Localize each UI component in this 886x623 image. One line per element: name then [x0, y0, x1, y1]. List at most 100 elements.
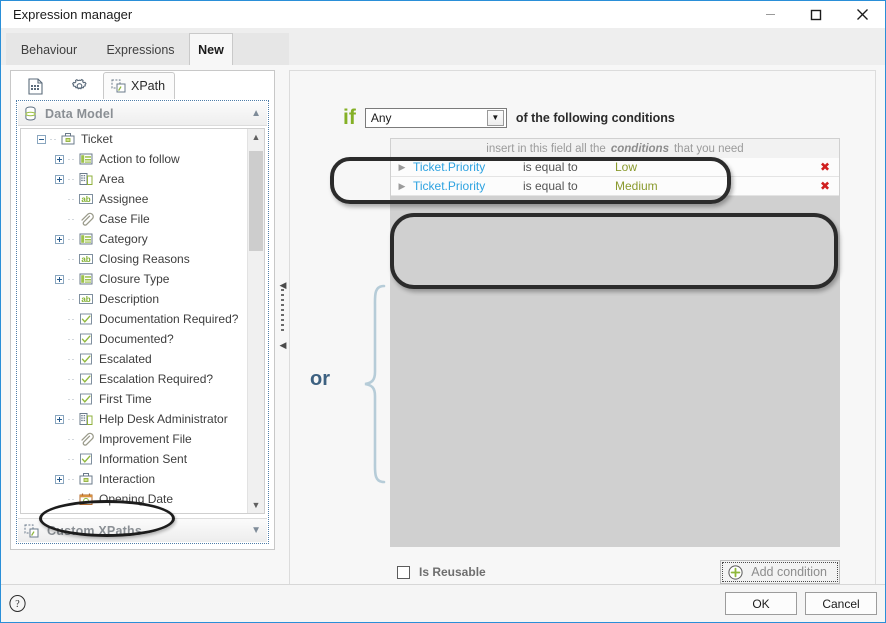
tree-item-area[interactable]: ·· Area: [21, 169, 247, 189]
expand-triangle-icon[interactable]: ▶: [391, 162, 413, 173]
tree-connector: ··: [67, 474, 76, 484]
tree-connector: ··: [66, 509, 77, 513]
tree-item-escalated[interactable]: ·· Escalated: [21, 349, 247, 369]
custom-xpaths-header[interactable]: Custom XPaths ▼: [18, 518, 267, 542]
boolean-check-icon: [79, 373, 92, 385]
condition-operator[interactable]: is equal to: [523, 160, 615, 174]
tree-item-case-file[interactable]: ·· Case File: [21, 209, 247, 229]
help-question-icon[interactable]: ?: [9, 595, 26, 612]
tree-item-opening-date[interactable]: ·· Opening Date: [21, 489, 247, 509]
tree-item-help-desk-administrator[interactable]: ·· Help Desk Administrator: [21, 409, 247, 429]
close-button[interactable]: [839, 1, 885, 28]
maximize-button[interactable]: [793, 1, 839, 28]
tree-item-icon: ab: [77, 252, 94, 267]
tree-item-closure-type[interactable]: ·· Closure Type: [21, 269, 247, 289]
tree-item-icon: ab: [77, 192, 94, 207]
scroll-up-icon[interactable]: ▲: [248, 129, 264, 145]
tree-item-closing-reasons[interactable]: ·· ab Closing Reasons: [21, 249, 247, 269]
tree-item-label: Description: [99, 292, 160, 306]
expand-plus-icon[interactable]: [55, 234, 64, 244]
tree-scrollbar[interactable]: ▲ ▼: [247, 129, 264, 513]
close-icon: [856, 9, 868, 20]
cancel-button[interactable]: Cancel: [805, 592, 877, 615]
hint-part1: insert in this field all the: [486, 142, 606, 155]
expand-plus-icon[interactable]: [55, 414, 64, 424]
minimize-button[interactable]: [747, 1, 793, 28]
is-reusable-row[interactable]: Is Reusable: [397, 565, 486, 579]
tree-item-description[interactable]: ·· ab Description: [21, 289, 247, 309]
tree-connector: ··: [67, 174, 76, 184]
tree-rows: ·· Ticket ·· Action to follow ·· Area ·· ab Assi…: [21, 129, 247, 513]
boolean-check-icon: [79, 453, 92, 465]
delete-x-icon[interactable]: ✖: [811, 160, 839, 174]
condition-operator[interactable]: is equal to: [523, 179, 615, 193]
condition-value[interactable]: Low: [615, 160, 811, 174]
scroll-down-icon[interactable]: ▼: [248, 497, 264, 513]
plus-circle-icon: [728, 564, 743, 580]
expand-plus-icon[interactable]: [55, 174, 64, 184]
tree-item-escalation-required[interactable]: ·· Escalation Required?: [21, 369, 247, 389]
tree-item-improvement-file[interactable]: ·· Improvement File: [21, 429, 247, 449]
tab-expressions[interactable]: Expressions: [92, 33, 189, 65]
tree-item-ticket[interactable]: ·· Ticket: [21, 129, 247, 149]
tree-item-first-time[interactable]: ·· First Time: [21, 389, 247, 409]
tree-item-documented[interactable]: ·· Documented?: [21, 329, 247, 349]
xpath-label: XPath: [131, 79, 166, 93]
chevron-down-icon[interactable]: ▼: [486, 109, 504, 126]
tree-item-action-to-follow[interactable]: ·· Action to follow: [21, 149, 247, 169]
tree-item-label: Escalation Required?: [99, 372, 214, 386]
tree-item-information-sent[interactable]: ·· Information Sent: [21, 449, 247, 469]
tab-xpath[interactable]: XPath: [103, 72, 176, 99]
condition-field[interactable]: Ticket.Priority: [413, 160, 523, 174]
tree-item-label: Improvement File: [99, 432, 192, 446]
quantifier-select[interactable]: Any ▼: [364, 107, 507, 128]
tree-item-interaction[interactable]: ·· Interaction: [21, 469, 247, 489]
splitter-grip[interactable]: [281, 289, 284, 331]
document-grid-icon[interactable]: [19, 74, 51, 98]
gear-icon[interactable]: [63, 74, 95, 98]
tree-item-label: Interaction: [99, 472, 156, 486]
conditions-list[interactable]: insert in this field all the conditions …: [390, 138, 840, 547]
tree-item-icon: [77, 352, 94, 367]
data-model-header[interactable]: Data Model ▲: [18, 102, 267, 126]
text-ab-icon: ab: [78, 254, 93, 264]
pane-splitter[interactable]: ◀ ◀: [276, 70, 290, 550]
date-icon: [79, 493, 92, 505]
condition-row[interactable]: ▶ Ticket.Priority is equal to Medium ✖: [391, 177, 839, 196]
tree-item-category[interactable]: ·· Category: [21, 229, 247, 249]
scrollbar-thumb[interactable]: [249, 151, 263, 251]
is-reusable-checkbox[interactable]: [397, 565, 410, 579]
tree-item-assignee[interactable]: ·· ab Assignee: [21, 189, 247, 209]
condition-value[interactable]: Medium: [615, 179, 811, 193]
data-model-tree[interactable]: ·· Ticket ·· Action to follow ·· Area ·· ab Assi…: [20, 128, 265, 514]
enum-icon: [79, 233, 92, 245]
collapse-minus-icon[interactable]: [37, 134, 46, 144]
tree-connector: ··: [67, 334, 76, 344]
chevron-down-icon[interactable]: ▼: [251, 525, 261, 536]
chevron-up-icon[interactable]: ▲: [251, 108, 261, 119]
tree-item-icon: [59, 132, 76, 147]
boolean-check-icon: [79, 393, 92, 405]
expand-plus-icon[interactable]: [55, 154, 64, 164]
add-condition-button[interactable]: Add condition: [720, 560, 840, 584]
expression-editor-pane: if Any ▼ of the following conditions or …: [289, 70, 876, 603]
condition-row[interactable]: ▶ Ticket.Priority is equal to Low ✖: [391, 158, 839, 177]
tab-new[interactable]: New: [189, 33, 233, 66]
delete-x-icon[interactable]: ✖: [811, 179, 839, 193]
expand-triangle-icon[interactable]: ▶: [391, 181, 413, 192]
tree-item-priority[interactable]: ·· Priority: [21, 509, 247, 513]
data-model-pane: XPath Data Model ▲ ·· Ticket ·· Action to f…: [10, 70, 275, 550]
tab-behaviour[interactable]: Behaviour: [6, 33, 92, 65]
collapse-left-icon-2[interactable]: ◀: [278, 340, 288, 350]
tree-item-documentation-required[interactable]: ·· Documentation Required?: [21, 309, 247, 329]
expand-plus-icon[interactable]: [55, 474, 64, 484]
expand-plus-icon[interactable]: [55, 274, 64, 284]
xpath-icon: [24, 524, 39, 537]
condition-field[interactable]: Ticket.Priority: [413, 179, 523, 193]
svg-text:?: ?: [15, 599, 20, 610]
ok-button[interactable]: OK: [725, 592, 797, 615]
tree-item-label: Documentation Required?: [99, 312, 239, 326]
tree-item-label: Case File: [99, 212, 150, 226]
